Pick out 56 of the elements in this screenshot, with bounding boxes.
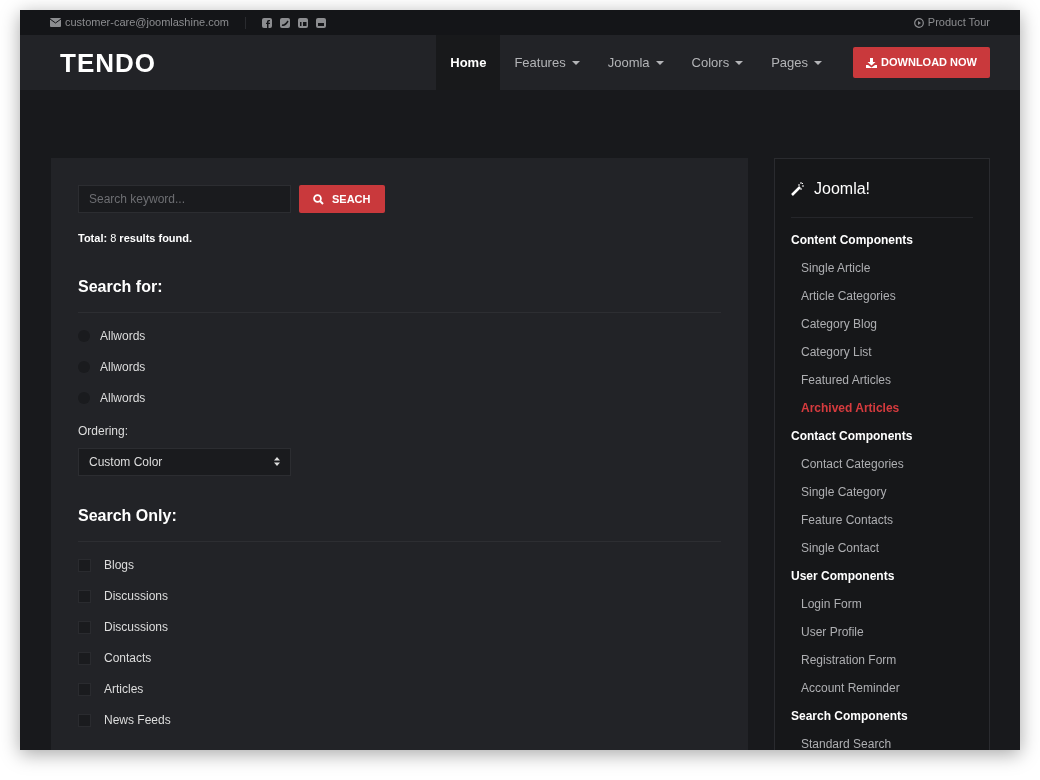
menu-link[interactable]: Single Article bbox=[791, 254, 973, 282]
menu-link[interactable]: Feature Contacts bbox=[791, 506, 973, 534]
menu-group-heading: Content Components bbox=[791, 232, 914, 249]
menu-link[interactable]: Registration Form bbox=[791, 646, 973, 674]
download-icon bbox=[866, 57, 878, 68]
sidebar-title: Joomla! bbox=[814, 179, 871, 199]
caret-icon bbox=[655, 60, 664, 65]
nav-item[interactable]: Features bbox=[500, 35, 594, 90]
menu-link[interactable]: Category Blog bbox=[791, 310, 973, 338]
logo[interactable]: TENDO bbox=[60, 49, 156, 76]
magic-wand-icon bbox=[791, 182, 805, 196]
option-label: News Feeds bbox=[104, 712, 171, 729]
download-button[interactable]: DOWNLOAD NOW bbox=[853, 47, 990, 78]
menu-link[interactable]: Featured Articles bbox=[791, 366, 973, 394]
option-label: Contacts bbox=[104, 650, 152, 667]
menu-group-heading: User Components bbox=[791, 568, 896, 585]
results-count-text: Total: 8 results found. bbox=[78, 231, 194, 246]
menu-link[interactable]: Single Category bbox=[791, 478, 973, 506]
search-field[interactable]: Search keyword... bbox=[78, 185, 291, 213]
option-label: Allwords bbox=[100, 359, 146, 376]
menu-link[interactable]: Login Form bbox=[791, 590, 973, 618]
ordering-label: Ordering: bbox=[78, 422, 130, 440]
menu-group-heading: Contact Components bbox=[791, 428, 914, 445]
menu-link[interactable]: Category List bbox=[791, 338, 973, 366]
product-tour-link[interactable]: Product Tour bbox=[927, 14, 990, 31]
menu-link[interactable]: Account Reminder bbox=[791, 674, 973, 702]
envelope-icon bbox=[50, 18, 61, 27]
menu-link[interactable]: Archived Articles bbox=[791, 394, 973, 422]
caret-icon bbox=[814, 60, 823, 65]
menu-link[interactable]: Standard Search bbox=[791, 730, 973, 750]
nav-item[interactable]: Colors bbox=[677, 35, 758, 90]
option-label: Articles bbox=[104, 681, 144, 698]
nav-item[interactable]: Home bbox=[436, 35, 501, 90]
nav-item[interactable]: Pages bbox=[757, 35, 837, 90]
sort-arrows-icon bbox=[274, 457, 280, 466]
option-label: Discussions bbox=[104, 619, 169, 636]
caret-icon bbox=[571, 60, 580, 65]
option-label: Blogs bbox=[104, 557, 135, 574]
facebook-icon[interactable] bbox=[262, 17, 272, 28]
menu-link[interactable]: Single Contact bbox=[791, 534, 973, 562]
nav-item[interactable]: Joomla bbox=[593, 35, 678, 90]
option-label: Allwords bbox=[100, 390, 146, 407]
menu-link[interactable]: Article Categories bbox=[791, 282, 973, 310]
option-label: Discussions bbox=[104, 588, 169, 605]
email-text: customer-care@joomlashine.com bbox=[65, 15, 229, 31]
menu-link[interactable]: Contact Categories bbox=[791, 450, 973, 478]
ordering-select[interactable]: Custom Color bbox=[78, 447, 291, 476]
search-icon bbox=[313, 193, 324, 205]
option-label: Allwords bbox=[100, 328, 146, 345]
search-button[interactable]: SEACH bbox=[299, 185, 385, 213]
section-heading: Search Only: bbox=[78, 503, 721, 542]
menu-link[interactable]: User Profile bbox=[791, 618, 973, 646]
caret-icon bbox=[735, 60, 744, 65]
section-heading: Search for: bbox=[78, 274, 721, 313]
menu-group-heading: Search Components bbox=[791, 708, 909, 725]
play-icon bbox=[913, 17, 924, 28]
